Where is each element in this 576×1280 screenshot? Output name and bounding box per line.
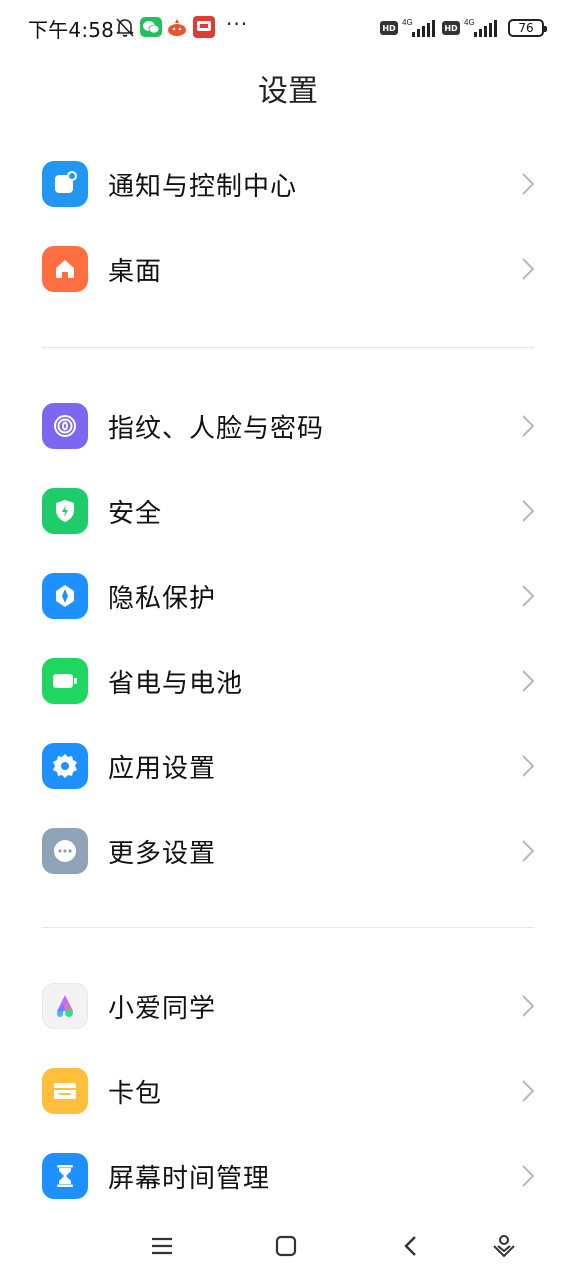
section-divider [42, 927, 534, 928]
page-title: 设置 [258, 74, 318, 109]
chevron-right-icon [522, 995, 535, 1017]
settings-item-label: 省电与电池 [108, 669, 244, 699]
assistant-icon[interactable] [484, 1226, 524, 1266]
settings-item-wallet[interactable]: 卡包 [0, 1049, 576, 1133]
chevron-right-icon [522, 1165, 535, 1187]
bell-muted-icon [116, 18, 134, 37]
privacy-icon [42, 573, 88, 619]
hd-icon-2: HD [442, 21, 460, 35]
settings-item-fingerprint[interactable]: 指纹、人脸与密码 [0, 384, 576, 468]
home-square-icon[interactable] [266, 1226, 306, 1266]
settings-item-label: 通知与控制中心 [108, 172, 298, 202]
settings-item-more[interactable]: 更多设置 [0, 809, 576, 893]
settings-item-label: 应用设置 [108, 754, 217, 784]
more-icon [42, 828, 88, 874]
menu-icon[interactable] [142, 1226, 182, 1266]
battery-icon [42, 658, 88, 704]
battery-indicator: 76 [508, 19, 547, 37]
signal-icon-2: 4G [464, 18, 497, 37]
wallet-icon [42, 1068, 88, 1114]
settings-item-security[interactable]: 安全 [0, 469, 576, 553]
chevron-right-icon [522, 670, 535, 692]
settings-item-battery[interactable]: 省电与电池 [0, 639, 576, 723]
app-notification-icon [168, 19, 186, 36]
gear-icon [42, 743, 88, 789]
settings-item-label: 安全 [108, 499, 163, 529]
settings-item-label: 屏幕时间管理 [108, 1164, 271, 1194]
navigation-bar [0, 1212, 576, 1280]
xiaoai-icon [42, 983, 88, 1029]
settings-item-label: 隐私保护 [108, 584, 217, 614]
shield-icon [42, 488, 88, 534]
home-icon [42, 246, 88, 292]
chevron-right-icon [522, 585, 535, 607]
chevron-right-icon [522, 415, 535, 437]
fingerprint-icon [42, 403, 88, 449]
status-bar: 下午4:58 ··· HD 4G HD 4G 76 [0, 0, 576, 56]
chevron-right-icon [522, 258, 535, 280]
chevron-right-icon [522, 500, 535, 522]
hd-icon: HD [380, 21, 398, 35]
settings-item-xiaoai[interactable]: 小爱同学 [0, 964, 576, 1048]
chevron-right-icon [522, 840, 535, 862]
more-notifications-icon: ··· [226, 12, 249, 36]
chevron-right-icon [522, 173, 535, 195]
status-time: 下午4:58 [28, 18, 115, 42]
settings-item-label: 指纹、人脸与密码 [108, 414, 325, 444]
back-icon[interactable] [390, 1226, 430, 1266]
hourglass-icon [42, 1153, 88, 1199]
svg-text:4G: 4G [402, 18, 413, 27]
notification-icon [42, 161, 88, 207]
settings-item-label: 小爱同学 [108, 994, 217, 1024]
settings-item-app-settings[interactable]: 应用设置 [0, 724, 576, 808]
settings-item-notifications[interactable]: 通知与控制中心 [0, 142, 576, 226]
app2-notification-icon [193, 16, 215, 38]
settings-item-label: 桌面 [108, 257, 163, 287]
settings-item-privacy[interactable]: 隐私保护 [0, 554, 576, 638]
settings-item-screen-time[interactable]: 屏幕时间管理 [0, 1134, 576, 1218]
status-right: HD 4G HD 4G 76 [380, 17, 547, 39]
settings-item-label: 卡包 [108, 1079, 163, 1109]
svg-text:4G: 4G [464, 18, 475, 27]
settings-item-desktop[interactable]: 桌面 [0, 227, 576, 311]
chevron-right-icon [522, 1080, 535, 1102]
wechat-icon [140, 17, 162, 37]
signal-icon-1: 4G [402, 18, 435, 37]
section-divider [42, 347, 534, 348]
settings-item-label: 更多设置 [108, 839, 217, 869]
chevron-right-icon [522, 755, 535, 777]
